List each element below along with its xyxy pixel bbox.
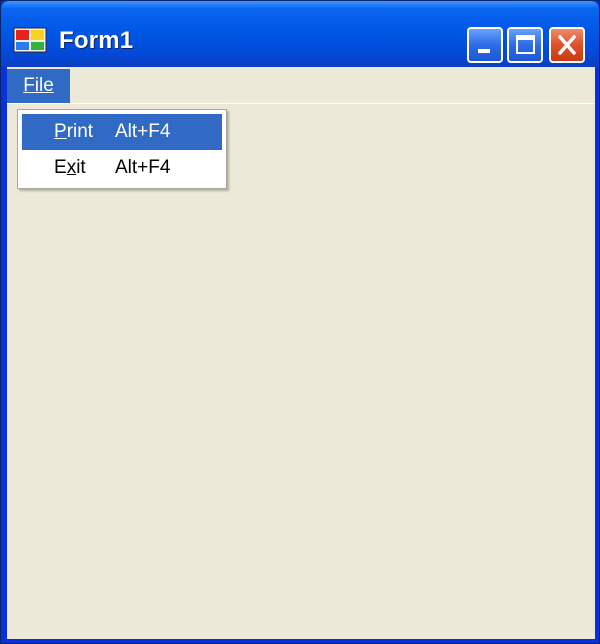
- file-dropdown-menu: Print Alt+F4 Exit Alt+F4: [17, 109, 227, 189]
- window-title: Form1: [59, 27, 134, 54]
- app-window: Form1 File Print Alt+F4 Exit Alt+F4: [0, 0, 600, 644]
- menu-item-exit-label: Exit: [54, 150, 86, 186]
- app-icon: [13, 27, 47, 53]
- menu-item-print-shortcut: Alt+F4: [115, 121, 171, 142]
- menu-item-print-rest: rint: [66, 121, 94, 142]
- menu-item-print[interactable]: Print Alt+F4: [22, 114, 222, 150]
- form-client-area: File Print Alt+F4 Exit Alt+F4: [7, 67, 595, 639]
- menu-item-exit[interactable]: Exit Alt+F4: [22, 150, 222, 186]
- menu-item-exit-mnemonic: x: [66, 157, 77, 178]
- minimize-button[interactable]: [467, 27, 503, 63]
- menu-item-exit-shortcut: Alt+F4: [115, 157, 171, 178]
- title-bar[interactable]: Form1: [1, 1, 599, 67]
- maximize-button[interactable]: [507, 27, 543, 63]
- close-icon: [558, 35, 576, 55]
- menu-file[interactable]: File: [7, 69, 70, 103]
- menu-item-print-mnemonic: P: [54, 121, 67, 142]
- close-button[interactable]: [549, 27, 585, 63]
- menu-item-print-label: Print: [54, 114, 93, 150]
- maximize-icon: [516, 35, 535, 54]
- menu-bar: File: [7, 67, 595, 104]
- menu-item-exit-rest: it: [76, 157, 86, 178]
- menu-file-label: File: [23, 75, 54, 96]
- menu-item-exit-pre: E: [54, 157, 67, 178]
- minimize-icon: [478, 49, 490, 53]
